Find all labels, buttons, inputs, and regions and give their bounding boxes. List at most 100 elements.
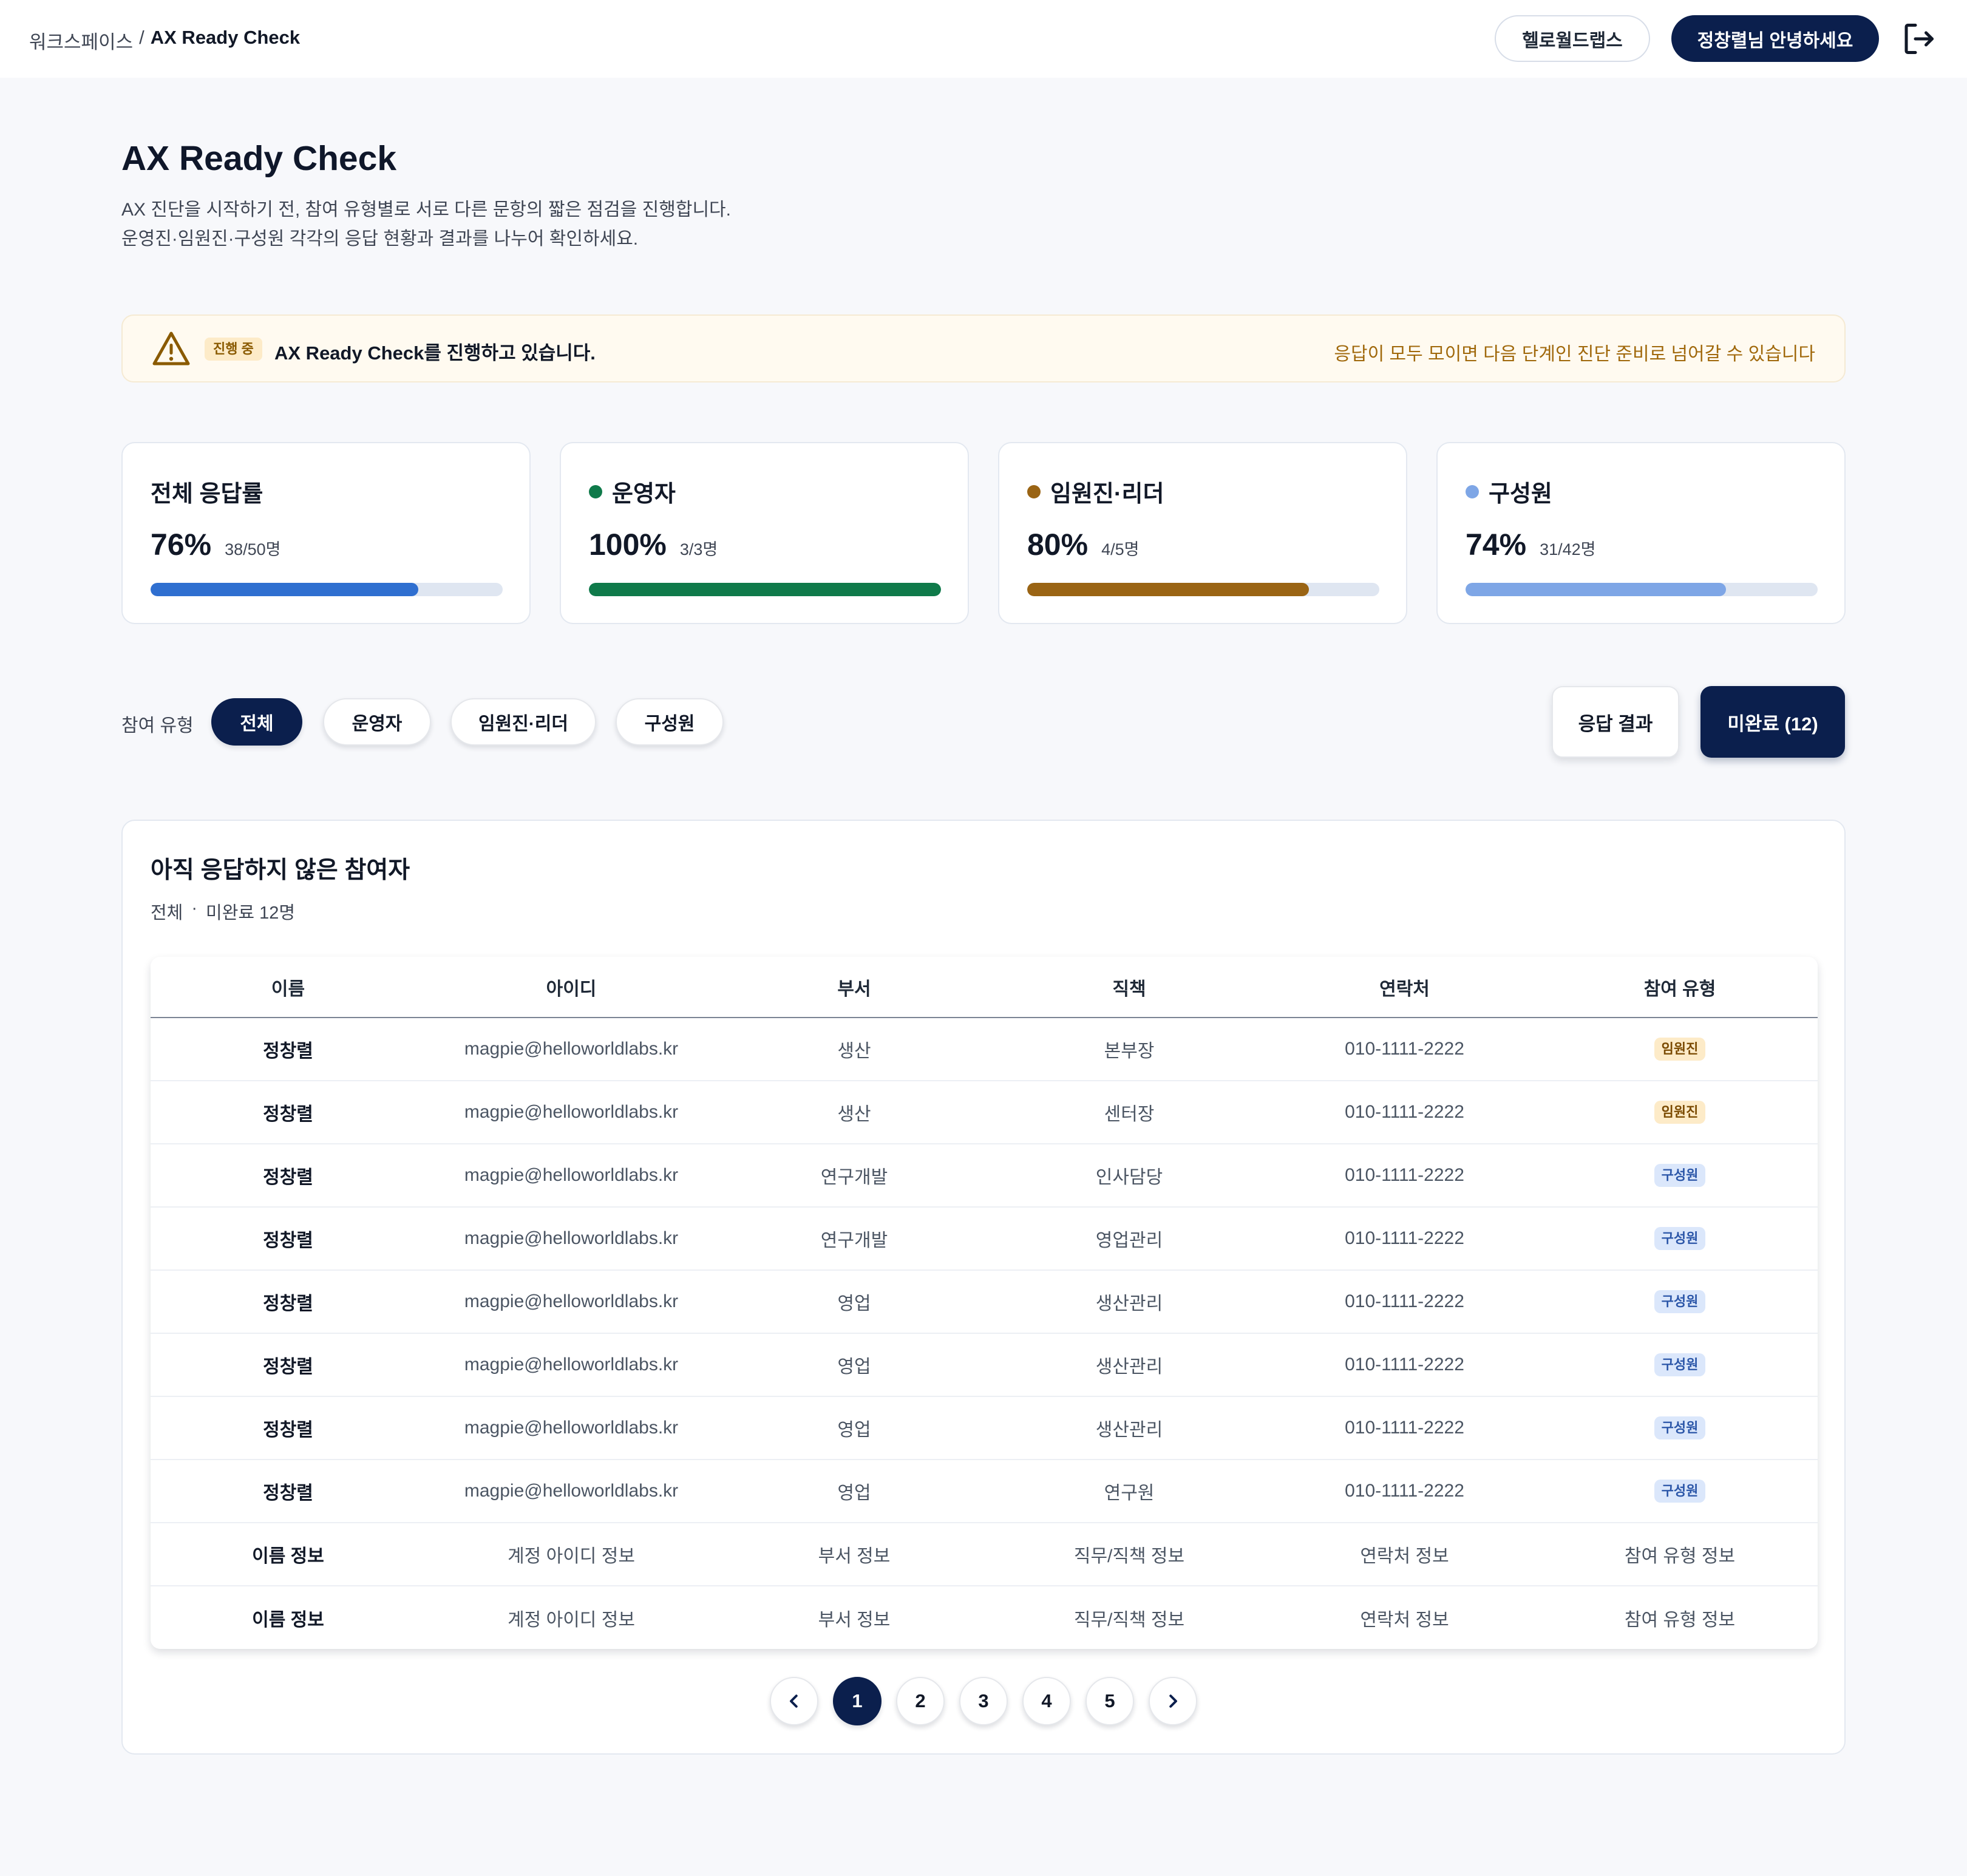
cell-phone: 010-1111-2222 — [1267, 1460, 1542, 1523]
column-header-dept[interactable]: 부서 — [717, 957, 991, 1018]
cell-name: 정창렬 — [151, 1207, 426, 1271]
logout-button[interactable] — [1897, 17, 1940, 61]
next-page-button[interactable] — [1149, 1677, 1197, 1725]
type-badge: 구성원 — [1654, 1164, 1706, 1187]
stat-card-percent-row: 74% 31/42명 — [1466, 527, 1595, 562]
cell-dept: 영업 — [717, 1460, 991, 1523]
cell-phone: 010-1111-2222 — [1267, 1270, 1542, 1334]
page-button[interactable]: 1 — [833, 1677, 882, 1725]
response-results-button[interactable]: 응답 결과 — [1552, 686, 1679, 758]
cell-position: 생산관리 — [991, 1270, 1267, 1334]
progress-bar-fill — [151, 583, 418, 596]
cell-dept: 연구개발 — [717, 1207, 991, 1271]
cell-type: 구성원 — [1542, 1333, 1818, 1397]
page-button[interactable]: 3 — [959, 1677, 1008, 1725]
progress-bar-fill — [1466, 583, 1727, 596]
page-button[interactable]: 4 — [1022, 1677, 1071, 1725]
logout-icon — [1904, 24, 1934, 54]
stat-card-title-text: 임원진·리더 — [1050, 481, 1164, 507]
cell-id: magpie@helloworldlabs.kr — [426, 1270, 717, 1334]
column-header-position[interactable]: 직책 — [991, 957, 1267, 1018]
column-header-type[interactable]: 참여 유형 — [1542, 957, 1818, 1018]
user-greeting-button[interactable]: 정창렬님 안녕하세요 — [1671, 15, 1879, 62]
table-row[interactable]: 정창렬 magpie@helloworldlabs.kr 영업 생산관리 010-111… — [151, 1396, 1818, 1460]
filter-chip-all[interactable]: 전체 — [211, 698, 302, 746]
breadcrumb-workspace[interactable]: 워크스페이스 — [29, 27, 133, 54]
progress-bar-fill — [1027, 583, 1309, 596]
cell-type: 참여 유형 정보 — [1542, 1523, 1818, 1586]
filter-chip-executive[interactable]: 임원진·리더 — [450, 698, 596, 746]
table-body: 정창렬 magpie@helloworldlabs.kr 생산 본부장 010-1111… — [151, 1018, 1818, 1649]
status-badge: 진행 중 — [205, 338, 262, 361]
cell-id: magpie@helloworldlabs.kr — [426, 1207, 717, 1271]
cell-phone: 010-1111-2222 — [1267, 1018, 1542, 1081]
cell-id: magpie@helloworldlabs.kr — [426, 1144, 717, 1208]
panel-title: 아직 응답하지 않은 참여자 — [151, 857, 410, 883]
progress-bar — [1027, 583, 1379, 596]
warning-icon — [152, 331, 190, 365]
column-header-id[interactable]: 아이디 — [426, 957, 717, 1018]
page-description-line: AX 진단을 시작하기 전, 참여 유형별로 서로 다른 문항의 짧은 점검을 … — [121, 200, 731, 220]
type-badge: 임원진 — [1654, 1038, 1706, 1061]
pending-button[interactable]: 미완료 (12) — [1700, 686, 1845, 758]
table-row[interactable]: 정창렬 magpie@helloworldlabs.kr 생산 본부장 010-1111… — [151, 1018, 1818, 1081]
alert-hint: 응답이 모두 모이면 다음 단계인 진단 준비로 넘어갈 수 있습니다 — [1334, 344, 1815, 364]
cell-name: 정창렬 — [151, 1081, 426, 1144]
page-description-line: 운영진·임원진·구성원 각각의 응답 현황과 결과를 나누어 확인하세요. — [121, 229, 639, 249]
cell-position: 영업관리 — [991, 1207, 1267, 1271]
stat-card-overall: 전체 응답률 76% 38/50명 — [121, 442, 531, 624]
stat-card-count: 3/3명 — [679, 540, 718, 559]
table-row[interactable]: 정창렬 magpie@helloworldlabs.kr 영업 생산관리 010-111… — [151, 1333, 1818, 1397]
cell-dept: 생산 — [717, 1018, 991, 1081]
table-row[interactable]: 정창렬 magpie@helloworldlabs.kr 영업 생산관리 010-111… — [151, 1270, 1818, 1334]
stat-card-title: 임원진·리더 — [1027, 475, 1164, 508]
table-row[interactable]: 정창렬 magpie@helloworldlabs.kr 영업 연구원 010-1111… — [151, 1460, 1818, 1523]
column-header-phone[interactable]: 연락처 — [1267, 957, 1542, 1018]
stat-card-title: 구성원 — [1466, 475, 1552, 508]
cell-type: 구성원 — [1542, 1207, 1818, 1271]
filter-chip-operator[interactable]: 운영자 — [323, 698, 431, 746]
table-row[interactable]: 이름 정보 계정 아이디 정보 부서 정보 직무/직책 정보 연락처 정보 참여 유형 정… — [151, 1523, 1818, 1586]
cell-position: 본부장 — [991, 1018, 1267, 1081]
org-button[interactable]: 헬로월드랩스 — [1495, 15, 1650, 62]
stat-card-title-text: 구성원 — [1489, 481, 1552, 507]
page-button[interactable]: 2 — [896, 1677, 945, 1725]
stat-card-title-text: 운영자 — [612, 481, 676, 507]
stat-card-count: 31/42명 — [1540, 540, 1596, 559]
table-row[interactable]: 정창렬 magpie@helloworldlabs.kr 연구개발 영업관리 010-1… — [151, 1207, 1818, 1271]
table-row[interactable]: 정창렬 magpie@helloworldlabs.kr 생산 센터장 010-1111… — [151, 1081, 1818, 1144]
legend-dot — [1466, 484, 1479, 498]
type-badge: 임원진 — [1654, 1101, 1706, 1124]
cell-name: 정창렬 — [151, 1270, 426, 1334]
table-row[interactable]: 정창렬 magpie@helloworldlabs.kr 연구개발 인사담당 010-1… — [151, 1144, 1818, 1208]
table-row[interactable]: 이름 정보 계정 아이디 정보 부서 정보 직무/직책 정보 연락처 정보 참여 유형 정… — [151, 1586, 1818, 1649]
prev-page-button[interactable] — [770, 1677, 818, 1725]
cell-position: 직무/직책 정보 — [991, 1523, 1267, 1586]
stat-card-member: 구성원 74% 31/42명 — [1436, 442, 1846, 624]
stat-card-percent: 74% — [1466, 528, 1527, 562]
filter-chip-member[interactable]: 구성원 — [616, 698, 724, 746]
page-description: AX 진단을 시작하기 전, 참여 유형별로 서로 다른 문항의 짧은 점검을 … — [121, 195, 731, 254]
table-header-row: 이름 아이디 부서 직책 연락처 참여 유형 — [151, 957, 1818, 1018]
progress-bar — [151, 583, 503, 596]
progress-bar-fill — [589, 583, 941, 596]
type-badge: 구성원 — [1654, 1353, 1706, 1376]
panel-subtitle: 전체 · 미완료 12명 — [151, 899, 295, 924]
page-button[interactable]: 5 — [1085, 1677, 1134, 1725]
cell-id: magpie@helloworldlabs.kr — [426, 1081, 717, 1144]
column-header-name[interactable]: 이름 — [151, 957, 426, 1018]
panel-sub-scope: 전체 — [151, 903, 183, 923]
type-badge: 구성원 — [1654, 1480, 1706, 1503]
stat-card-count: 4/5명 — [1101, 540, 1140, 559]
cell-position: 센터장 — [991, 1081, 1267, 1144]
stat-card-title: 전체 응답률 — [151, 475, 263, 508]
cell-phone: 010-1111-2222 — [1267, 1396, 1542, 1460]
filter-label: 참여 유형 — [121, 716, 194, 736]
stat-card-operator: 운영자 100% 3/3명 — [560, 442, 969, 624]
type-badge: 구성원 — [1654, 1416, 1706, 1439]
stat-card-title: 운영자 — [589, 475, 676, 508]
cell-id: magpie@helloworldlabs.kr — [426, 1460, 717, 1523]
cell-type: 구성원 — [1542, 1396, 1818, 1460]
stat-card-percent-row: 100% 3/3명 — [589, 527, 718, 562]
cell-phone: 연락처 정보 — [1360, 1609, 1449, 1630]
